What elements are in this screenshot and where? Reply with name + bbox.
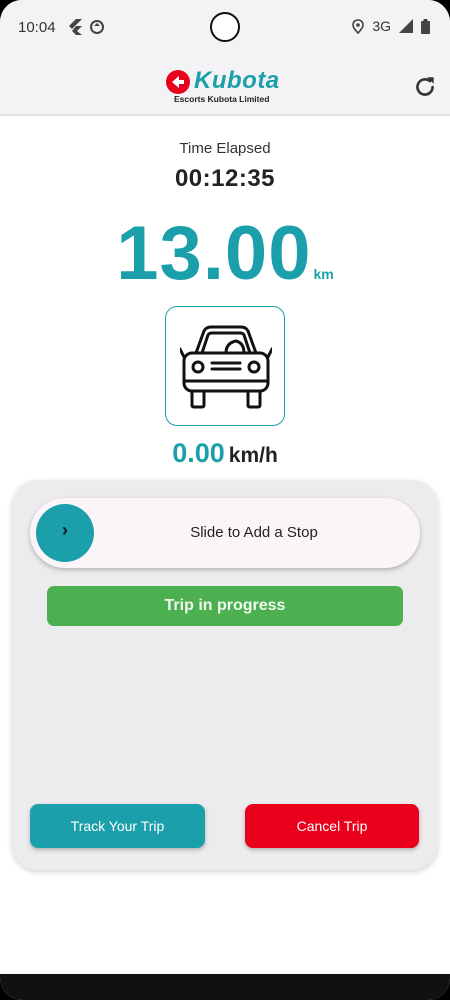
- cancel-trip-button[interactable]: Cancel Trip: [245, 804, 419, 848]
- add-stop-slider[interactable]: › Slide to Add a Stop: [30, 498, 420, 568]
- speed-display: 0.00 km/h: [0, 438, 450, 469]
- car-icon: [180, 325, 272, 409]
- status-right-icons: 3G: [352, 18, 430, 34]
- distance-display: 13.00 km: [0, 210, 450, 297]
- trip-status-badge: Trip in progress: [47, 586, 403, 626]
- trip-actions-panel: › Slide to Add a Stop Trip in progress T…: [12, 480, 438, 870]
- signal-icon: [399, 19, 413, 33]
- status-time: 10:04: [18, 19, 56, 36]
- time-elapsed-label: Time Elapsed: [179, 140, 271, 157]
- app-bar: Kubota Escorts Kubota Limited: [0, 58, 450, 116]
- vehicle-card: [165, 306, 285, 426]
- status-left-icons: [68, 19, 104, 35]
- distance-unit: km: [313, 266, 334, 282]
- speed-unit: km/h: [228, 444, 278, 467]
- distance-value: 13.00: [116, 211, 312, 296]
- kubota-logo: Kubota Escorts Kubota Limited: [166, 67, 286, 106]
- navigation-bar: [0, 974, 450, 1000]
- flutter-icon: [69, 19, 82, 35]
- time-elapsed-value: 00:12:35: [174, 165, 276, 192]
- logo-word: Kubota: [194, 67, 280, 94]
- slider-label: Slide to Add a Stop: [190, 524, 318, 541]
- refresh-icon[interactable]: [412, 74, 438, 100]
- slider-knob[interactable]: ›: [36, 504, 94, 562]
- camera-cutout: [210, 12, 240, 42]
- phone-screen: 10:04 3G Kubota Escorts Kubota Limited T…: [0, 0, 450, 1000]
- speed-value: 0.00: [172, 438, 225, 468]
- sync-icon: [90, 20, 104, 34]
- kubota-logo-mark-icon: [166, 70, 190, 94]
- status-bar: 10:04 3G: [0, 0, 450, 58]
- location-icon: [352, 18, 365, 34]
- logo-subtitle: Escorts Kubota Limited: [174, 94, 270, 104]
- chevron-right-icon: ›: [62, 520, 68, 540]
- network-type: 3G: [372, 18, 391, 34]
- battery-icon: [421, 18, 430, 34]
- track-trip-button[interactable]: Track Your Trip: [30, 804, 205, 848]
